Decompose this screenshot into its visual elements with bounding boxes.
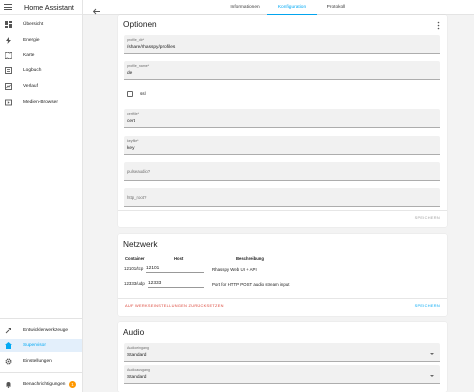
options-title: Optionen: [123, 19, 157, 29]
field-label: profile_name*: [127, 64, 150, 68]
ssl-checkbox[interactable]: [127, 91, 133, 97]
home-assistant-icon: [5, 342, 12, 349]
options-save-button[interactable]: SPEICHERN: [415, 215, 440, 220]
sidebar-item-overview[interactable]: Übersicht: [0, 18, 82, 31]
sidebar-item-label: Logbuch: [23, 68, 42, 73]
media-play-icon: [5, 99, 12, 106]
logbook-icon: [5, 67, 12, 74]
sidebar-item-energy[interactable]: Energie: [0, 34, 82, 47]
sidebar-item-settings[interactable]: Einstellungen: [0, 355, 82, 368]
sidebar-item-history[interactable]: Verlauf: [0, 80, 82, 93]
header-host: Host: [174, 256, 184, 261]
network-title: Netzwerk: [123, 239, 158, 249]
dashboard-icon: [5, 21, 12, 28]
back-arrow-icon[interactable]: [92, 3, 101, 15]
card-divider: [118, 210, 447, 211]
field-value: key: [127, 145, 135, 151]
history-chart-icon: [5, 83, 12, 90]
field-label: certfile*: [127, 112, 139, 116]
hammer-icon: [5, 327, 12, 334]
field-value: de: [127, 70, 133, 76]
profile-dir-field[interactable]: profile_dir* /share/rhasspy/profiles: [124, 35, 440, 54]
field-label: profile_dir*: [127, 38, 145, 42]
tab-log[interactable]: Protokoll: [317, 0, 355, 15]
ssl-label: ssl: [140, 91, 146, 96]
sidebar-item-label: Einstellungen: [23, 359, 52, 364]
sidebar-divider: [0, 318, 82, 319]
field-value: Standard: [127, 374, 147, 380]
sidebar-item-developer-tools[interactable]: Entwicklerwerkzeuge: [0, 324, 82, 337]
sidebar-header: Home Assistant: [0, 0, 82, 15]
field-label: Audioeingang: [127, 346, 149, 350]
sidebar-item-media-browser[interactable]: Medien-Browser: [0, 96, 82, 109]
lightning-icon: [5, 37, 12, 44]
top-bar: Informationen Konfiguration Protokoll: [83, 0, 474, 15]
map-icon: [5, 52, 12, 59]
menu-icon[interactable]: [4, 4, 12, 10]
app-title: Home Assistant: [24, 2, 74, 12]
sidebar-item-label: Medien-Browser: [23, 100, 58, 105]
field-label: Audioausgang: [127, 368, 150, 372]
network-save-button[interactable]: SPEICHERN: [415, 303, 440, 308]
field-value: /share/rhasspy/profiles: [127, 44, 176, 50]
audio-output-select[interactable]: Audioausgang Standard: [124, 365, 440, 384]
container-port-label: 12101/tcp: [124, 266, 144, 271]
port-description: Port for HTTP POST audio stream input: [212, 282, 290, 287]
host-port-input[interactable]: 12333: [148, 278, 204, 288]
sidebar-item-supervisor[interactable]: Supervisor: [0, 339, 82, 352]
audio-card: Audio Audioeingang Standard Audioausgang…: [118, 322, 447, 392]
card-divider: [118, 298, 447, 299]
network-card: Netzwerk Container Host Beschreibung 121…: [118, 234, 447, 316]
tab-configuration[interactable]: Konfiguration: [267, 0, 317, 15]
sidebar: Home Assistant Übersicht Energie Karte L…: [0, 0, 83, 392]
header-description: Beschreibung: [236, 256, 264, 261]
sidebar-item-label: Energie: [23, 38, 40, 43]
field-placeholder: pulseaudio?: [127, 169, 151, 174]
dropdown-arrow-icon: [430, 375, 434, 377]
keyfile-field[interactable]: keyfile* key: [124, 136, 440, 155]
sidebar-item-label: Karte: [23, 53, 35, 58]
header-container: Container: [125, 256, 145, 261]
sidebar-divider: [0, 372, 82, 373]
audio-input-select[interactable]: Audioeingang Standard: [124, 343, 440, 362]
field-label: keyfile*: [127, 139, 139, 143]
container-port-label: 12333/udp: [124, 281, 145, 286]
sidebar-item-label: Supervisor: [23, 343, 46, 348]
gear-icon: [5, 358, 12, 365]
options-card: Optionen profile_dir* /share/rhasspy/pro…: [118, 15, 447, 227]
dropdown-arrow-icon: [430, 353, 434, 355]
host-port-value: 12101: [146, 266, 160, 271]
sidebar-item-label: Entwicklerwerkzeuge: [23, 328, 69, 333]
host-port-input[interactable]: 12101: [146, 263, 204, 273]
field-value: cert: [127, 118, 135, 124]
host-port-value: 12333: [148, 281, 162, 286]
audio-title: Audio: [123, 327, 145, 337]
sidebar-item-logbook[interactable]: Logbuch: [0, 64, 82, 77]
certfile-field[interactable]: certfile* cert: [124, 109, 440, 128]
http-root-field[interactable]: http_root?: [124, 188, 440, 207]
tab-info[interactable]: Informationen: [223, 0, 267, 15]
bell-icon: [5, 381, 12, 388]
sidebar-item-map[interactable]: Karte: [0, 49, 82, 62]
profile-name-field[interactable]: profile_name* de: [124, 61, 440, 80]
field-value: Standard: [127, 352, 147, 358]
reset-defaults-button[interactable]: AUF WERKSEINSTELLUNGEN ZURÜCKSETZEN: [125, 303, 224, 308]
pulseaudio-field[interactable]: pulseaudio?: [124, 162, 440, 181]
sidebar-item-label: Verlauf: [23, 84, 38, 89]
field-placeholder: http_root?: [127, 195, 147, 200]
sidebar-item-label: Übersicht: [23, 22, 44, 27]
sidebar-item-notifications[interactable]: Benachrichtigungen 1: [0, 378, 82, 391]
port-description: Rhasspy Web UI + API: [212, 267, 257, 272]
sidebar-item-label: Benachrichtigungen: [23, 382, 66, 387]
notification-count-badge: 1: [69, 381, 76, 388]
more-options-icon[interactable]: [437, 17, 440, 30]
